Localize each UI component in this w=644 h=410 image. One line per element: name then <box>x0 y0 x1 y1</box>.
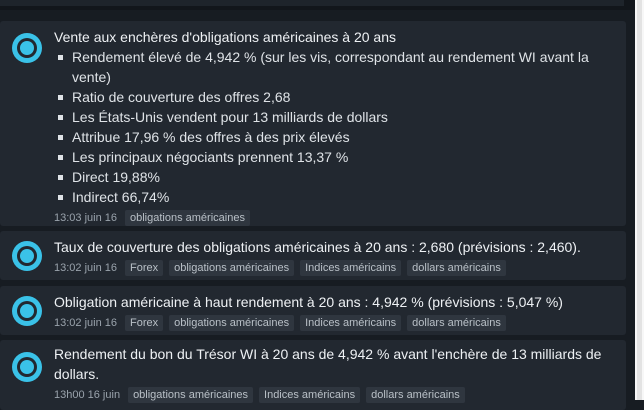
news-headline: Vente aux enchères d'obligations américa… <box>54 29 397 45</box>
news-item[interactable]: Vente aux enchères d'obligations américa… <box>0 21 626 226</box>
previous-card-edge <box>0 0 624 6</box>
live-dot-icon <box>12 33 42 63</box>
live-dot-icon <box>12 241 42 271</box>
news-point: Rendement élevé de 4,942 % (sur les vis,… <box>58 47 612 87</box>
news-meta: 13:03 juin 16 obligations américaines <box>54 209 612 227</box>
news-tag[interactable]: dollars américains <box>366 387 465 403</box>
news-point: Les États-Unis vendent pour 13 milliards… <box>58 107 612 127</box>
news-headline: Rendement du bon du Trésor WI à 20 ans d… <box>54 346 602 382</box>
news-tag[interactable]: dollars américains <box>407 260 506 276</box>
news-tag[interactable]: Indices américains <box>300 315 402 331</box>
live-dot-icon <box>12 296 42 326</box>
news-tag[interactable]: obligations américaines <box>169 260 295 276</box>
news-meta: 13:02 juin 16 Forex obligations américai… <box>54 314 612 332</box>
scrollbar[interactable] <box>635 0 644 400</box>
news-timestamp: 13:02 juin 16 <box>54 317 117 329</box>
news-tag[interactable]: Forex <box>125 315 164 331</box>
live-dot-icon <box>12 352 42 382</box>
news-point: Indirect 66,74% <box>58 187 612 207</box>
news-meta: 13:02 juin 16 Forex obligations américai… <box>54 259 612 277</box>
news-tag[interactable]: dollars américains <box>407 315 506 331</box>
news-meta: 13h00 16 juin obligations américaines In… <box>54 386 612 404</box>
news-tag[interactable]: Indices américains <box>259 387 361 403</box>
news-point: Direct 19,88% <box>58 167 612 187</box>
news-headline: Obligation américaine à haut rendement à… <box>54 294 563 310</box>
top-bar <box>0 0 644 10</box>
news-tag[interactable]: obligations américaines <box>169 315 295 331</box>
scroll-thumb[interactable] <box>637 0 642 400</box>
news-tag[interactable]: Indices américains <box>300 260 402 276</box>
news-point: Les principaux négociants prennent 13,37… <box>58 147 612 167</box>
news-tag[interactable]: obligations américaines <box>128 387 254 403</box>
news-item[interactable]: Taux de couverture des obligations améri… <box>0 231 626 280</box>
news-point: Attribue 17,96 % des offres à des prix é… <box>58 127 612 147</box>
news-timestamp: 13:03 juin 16 <box>54 212 117 224</box>
news-points: Rendement élevé de 4,942 % (sur les vis,… <box>54 47 612 207</box>
news-timestamp: 13:02 juin 16 <box>54 262 117 274</box>
news-timestamp: 13h00 16 juin <box>54 389 121 401</box>
news-tag[interactable]: Forex <box>125 260 164 276</box>
news-item[interactable]: Obligation américaine à haut rendement à… <box>0 286 626 335</box>
news-tag[interactable]: obligations américaines <box>125 210 250 226</box>
news-point: Ratio de couverture des offres 2,68 <box>58 87 612 107</box>
news-headline: Taux de couverture des obligations améri… <box>54 239 581 255</box>
